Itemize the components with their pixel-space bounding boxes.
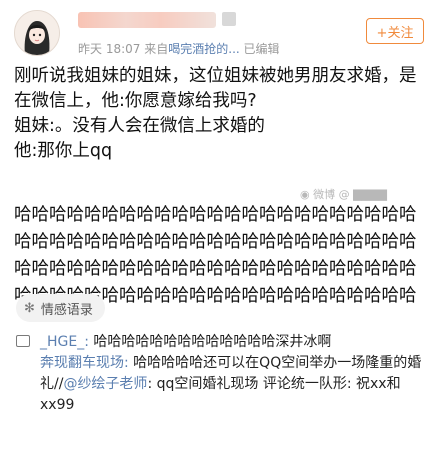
comment-user[interactable]: _HGE_: bbox=[40, 334, 89, 350]
comment-content: 哈哈哈哈哈哈哈哈哈哈哈哈哈深井冰啊 bbox=[88, 334, 332, 350]
avatar[interactable] bbox=[14, 10, 60, 56]
post-time: 昨天 18:07 bbox=[78, 42, 141, 56]
comment-mention[interactable]: @纱绘子老师 bbox=[63, 376, 147, 392]
post-source[interactable]: 喝完酒抢的... bbox=[168, 42, 239, 56]
post-line: 刚听说我姐妹的姐妹，这位姐妹被她男朋友求婚，是在微信上，他:你愿意嫁给我吗? bbox=[14, 66, 417, 111]
post-line: 姐妹:。没有人会在微信上求婚的 bbox=[14, 116, 265, 136]
post-meta: 昨天 18:07 来自喝完酒抢的... 已编辑 bbox=[78, 40, 280, 57]
watermark: ◉ 微博 @ ▇▇▇▇ bbox=[300, 188, 387, 201]
follow-button[interactable]: +关注 bbox=[366, 18, 424, 44]
blurred-badge bbox=[222, 12, 236, 26]
edited-label: 已编辑 bbox=[243, 42, 280, 56]
comment-icon bbox=[16, 335, 30, 347]
pinwheel-icon: ✻ bbox=[24, 300, 35, 316]
post-header: 昨天 18:07 来自喝完酒抢的... 已编辑 +关注 bbox=[0, 0, 440, 62]
comment-user[interactable]: 奔现翻车现场: bbox=[40, 355, 129, 371]
topic-tag[interactable]: ✻ 情感语录 bbox=[16, 294, 105, 322]
topic-tag-label: 情感语录 bbox=[40, 302, 93, 318]
post-line: 他:那你上qq bbox=[14, 141, 113, 161]
post-body: 刚听说我姐妹的姐妹，这位姐妹被她男朋友求婚，是在微信上，他:你愿意嫁给我吗? 姐… bbox=[14, 64, 428, 164]
blurred-username[interactable] bbox=[78, 12, 216, 28]
avatar-illustration-icon bbox=[15, 11, 59, 55]
comment-text: _HGE_: 哈哈哈哈哈哈哈哈哈哈哈哈哈深井冰啊 奔现翻车现场: 哈哈哈哈哈还可… bbox=[40, 332, 428, 416]
post-from: 来自 bbox=[144, 42, 169, 56]
